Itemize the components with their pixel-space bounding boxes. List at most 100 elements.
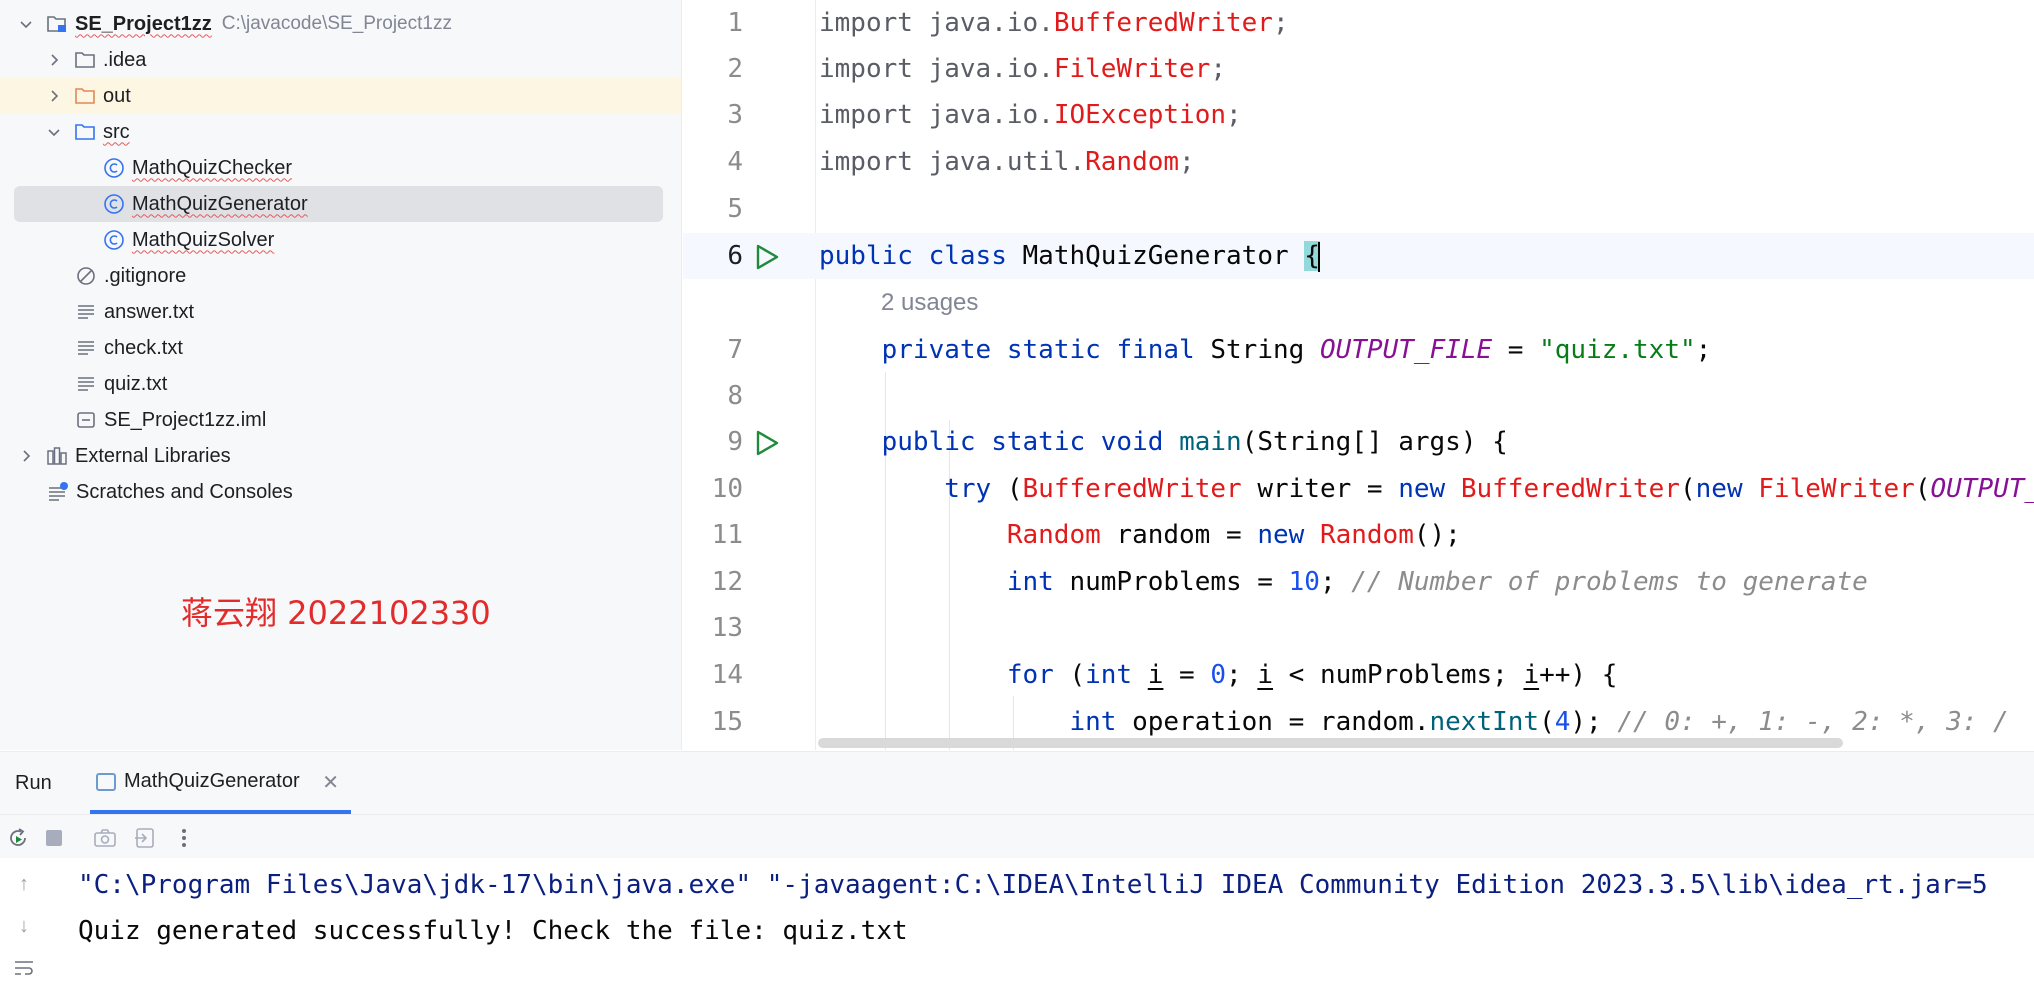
tree-item-gitignore[interactable]: .gitignore — [0, 258, 681, 294]
line-number: 13 — [711, 613, 743, 643]
source-folder-icon — [74, 121, 96, 143]
line-number: 8 — [727, 381, 743, 411]
code-line-10[interactable]: 10 try (BufferedWriter writer = new Buff… — [683, 466, 2034, 512]
excluded-folder-icon — [74, 85, 96, 107]
line-number: 10 — [711, 474, 743, 504]
tree-item-label: MathQuizGenerator — [132, 192, 308, 215]
code-line-14[interactable]: 14 for (int i = 0; i < numProblems; i++)… — [683, 652, 2034, 698]
rerun-icon[interactable] — [6, 826, 30, 850]
chevron-right-icon[interactable] — [44, 86, 64, 106]
code-line-3[interactable]: 3 import java.io.IOException; — [683, 92, 2034, 138]
tree-item-idea[interactable]: .idea — [0, 42, 681, 78]
tree-item-label: MathQuizSolver — [132, 228, 275, 251]
line-number: 11 — [711, 520, 743, 550]
class-icon — [103, 229, 125, 251]
run-toolbar — [0, 814, 2034, 858]
more-icon[interactable] — [172, 826, 196, 850]
console-output[interactable]: "C:\Program Files\Java\jdk-17\bin\java.e… — [0, 858, 2034, 997]
tree-item-mathquizgenerator[interactable]: MathQuizGenerator — [14, 186, 663, 222]
project-name: SE_Project1zz — [75, 12, 212, 35]
ignore-file-icon — [75, 265, 97, 287]
tree-item-label: answer.txt — [104, 300, 195, 323]
author-note: 蒋云翔 2022102330 — [181, 594, 491, 632]
line-number: 7 — [727, 335, 743, 365]
tree-item-label: SE_Project1zz.iml — [104, 408, 267, 431]
chevron-right-icon[interactable] — [16, 446, 36, 466]
line-number: 6 — [727, 241, 743, 271]
line-number: 5 — [727, 194, 743, 224]
tree-item-src[interactable]: src — [0, 114, 681, 150]
code-line-11[interactable]: 11 Random random = new Random(); — [683, 512, 2034, 558]
tree-item-quiz-txt[interactable]: quiz.txt — [0, 366, 681, 402]
text-file-icon — [75, 337, 97, 359]
tree-item-mathquizchecker[interactable]: MathQuizChecker — [0, 150, 681, 186]
tree-item-iml[interactable]: SE_Project1zz.iml — [0, 402, 681, 438]
run-class-icon[interactable] — [753, 243, 781, 271]
tree-item-label: src — [103, 120, 130, 143]
console-side-toolbar: ↑ ↓ — [0, 858, 50, 997]
code-line-12[interactable]: 12 int numProblems = 10; // Number of pr… — [683, 559, 2034, 605]
run-config-icon — [96, 773, 116, 791]
tree-item-label: Scratches and Consoles — [76, 480, 293, 503]
run-header: Run MathQuizGenerator ✕ — [0, 752, 2034, 814]
folder-icon — [74, 49, 96, 71]
line-number: 4 — [727, 147, 743, 177]
code-editor[interactable]: 1 import java.io.BufferedWriter; 2 impor… — [683, 0, 2034, 750]
arrow-up-icon[interactable]: ↑ — [12, 872, 36, 896]
tree-item-label: check.txt — [104, 336, 183, 359]
run-tool-window: Run MathQuizGenerator ✕ "C:\Program File… — [0, 751, 2034, 997]
chevron-down-icon[interactable] — [16, 14, 36, 34]
project-tool-window: SE_Project1zz C:\javacode\SE_Project1zz … — [0, 0, 682, 750]
line-number: 14 — [711, 660, 743, 690]
camera-icon[interactable] — [93, 826, 117, 850]
tree-item-external-libraries[interactable]: External Libraries — [0, 438, 681, 474]
class-icon — [103, 193, 125, 215]
code-line-4[interactable]: 4 import java.util.Random; — [683, 139, 2034, 185]
run-panel-title: Run — [15, 772, 52, 794]
line-number: 9 — [727, 427, 743, 457]
code-line-6[interactable]: 6 public class MathQuizGenerator { — [683, 233, 2034, 279]
usages-inlay-hint[interactable]: 2 usages — [881, 280, 978, 326]
tree-item-label: .gitignore — [104, 264, 187, 287]
line-number: 3 — [727, 100, 743, 130]
code-line-8[interactable]: 8 — [683, 373, 2034, 419]
tree-item-label: External Libraries — [75, 444, 231, 467]
code-line-9[interactable]: 9 public static void main(String[] args)… — [683, 419, 2034, 465]
arrow-down-icon[interactable]: ↓ — [12, 914, 36, 938]
scratches-icon — [47, 481, 69, 503]
tree-item-out[interactable]: out — [0, 78, 681, 114]
line-number: 2 — [727, 54, 743, 84]
tree-root-project[interactable]: SE_Project1zz C:\javacode\SE_Project1zz — [0, 6, 681, 42]
code-line-7[interactable]: 7 private static final String OUTPUT_FIL… — [683, 327, 2034, 373]
run-tab-label: MathQuizGenerator — [124, 769, 300, 792]
line-number: 12 — [711, 567, 743, 597]
code-line-5[interactable]: 5 — [683, 186, 2034, 232]
library-icon — [46, 445, 68, 467]
tree-item-label: .idea — [103, 48, 147, 71]
exit-icon[interactable] — [133, 826, 157, 850]
horizontal-scrollbar[interactable] — [818, 738, 1843, 748]
tree-item-mathquizsolver[interactable]: MathQuizSolver — [0, 222, 681, 258]
run-main-icon[interactable] — [753, 429, 781, 457]
console-command-line: "C:\Program Files\Java\jdk-17\bin\java.e… — [78, 870, 1988, 900]
class-icon — [103, 157, 125, 179]
tree-item-check-txt[interactable]: check.txt — [0, 330, 681, 366]
code-line-13[interactable]: 13 — [683, 605, 2034, 651]
tree-item-label: out — [103, 84, 131, 107]
line-number: 15 — [711, 707, 743, 737]
project-path: C:\javacode\SE_Project1zz — [221, 13, 452, 34]
stop-icon[interactable] — [42, 826, 66, 850]
chevron-down-icon[interactable] — [44, 122, 64, 142]
run-tab-mathquizgenerator[interactable]: MathQuizGenerator ✕ — [90, 752, 351, 814]
chevron-right-icon[interactable] — [44, 50, 64, 70]
code-line-2[interactable]: 2 import java.io.FileWriter; — [683, 46, 2034, 92]
close-icon[interactable]: ✕ — [322, 770, 339, 795]
text-file-icon — [75, 301, 97, 323]
tree-item-scratches[interactable]: Scratches and Consoles — [0, 474, 681, 510]
code-line-1[interactable]: 1 import java.io.BufferedWriter; — [683, 0, 2034, 46]
tree-item-label: quiz.txt — [104, 372, 168, 395]
module-folder-icon — [46, 13, 68, 35]
tree-item-label: MathQuizChecker — [132, 156, 293, 179]
tree-item-answer-txt[interactable]: answer.txt — [0, 294, 681, 330]
soft-wrap-icon[interactable] — [12, 956, 36, 980]
